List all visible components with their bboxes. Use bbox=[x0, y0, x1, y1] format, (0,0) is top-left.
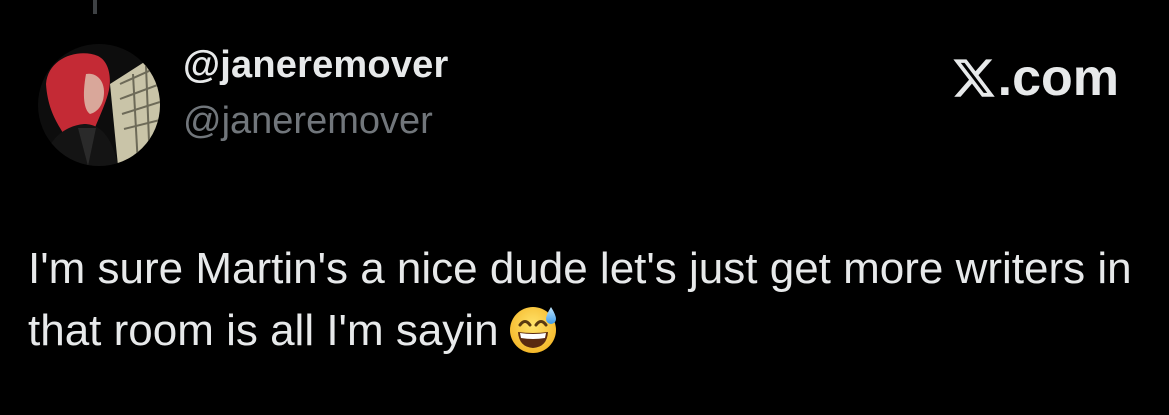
x-logo-icon bbox=[953, 59, 995, 97]
post-text: I'm sure Martin's a nice dude let's just… bbox=[28, 244, 1132, 355]
thread-connector-line bbox=[93, 0, 97, 14]
post-body: I'm sure Martin's a nice dude let's just… bbox=[28, 238, 1138, 362]
x-brand-watermark: .com bbox=[951, 51, 1119, 105]
brand-domain-text: .com bbox=[997, 49, 1119, 107]
avatar[interactable] bbox=[38, 44, 160, 166]
grinning-face-with-sweat-icon bbox=[509, 307, 556, 353]
user-handle[interactable]: @janeremover bbox=[183, 100, 433, 143]
avatar-image bbox=[38, 44, 160, 166]
display-name[interactable]: @janeremover bbox=[183, 44, 448, 87]
